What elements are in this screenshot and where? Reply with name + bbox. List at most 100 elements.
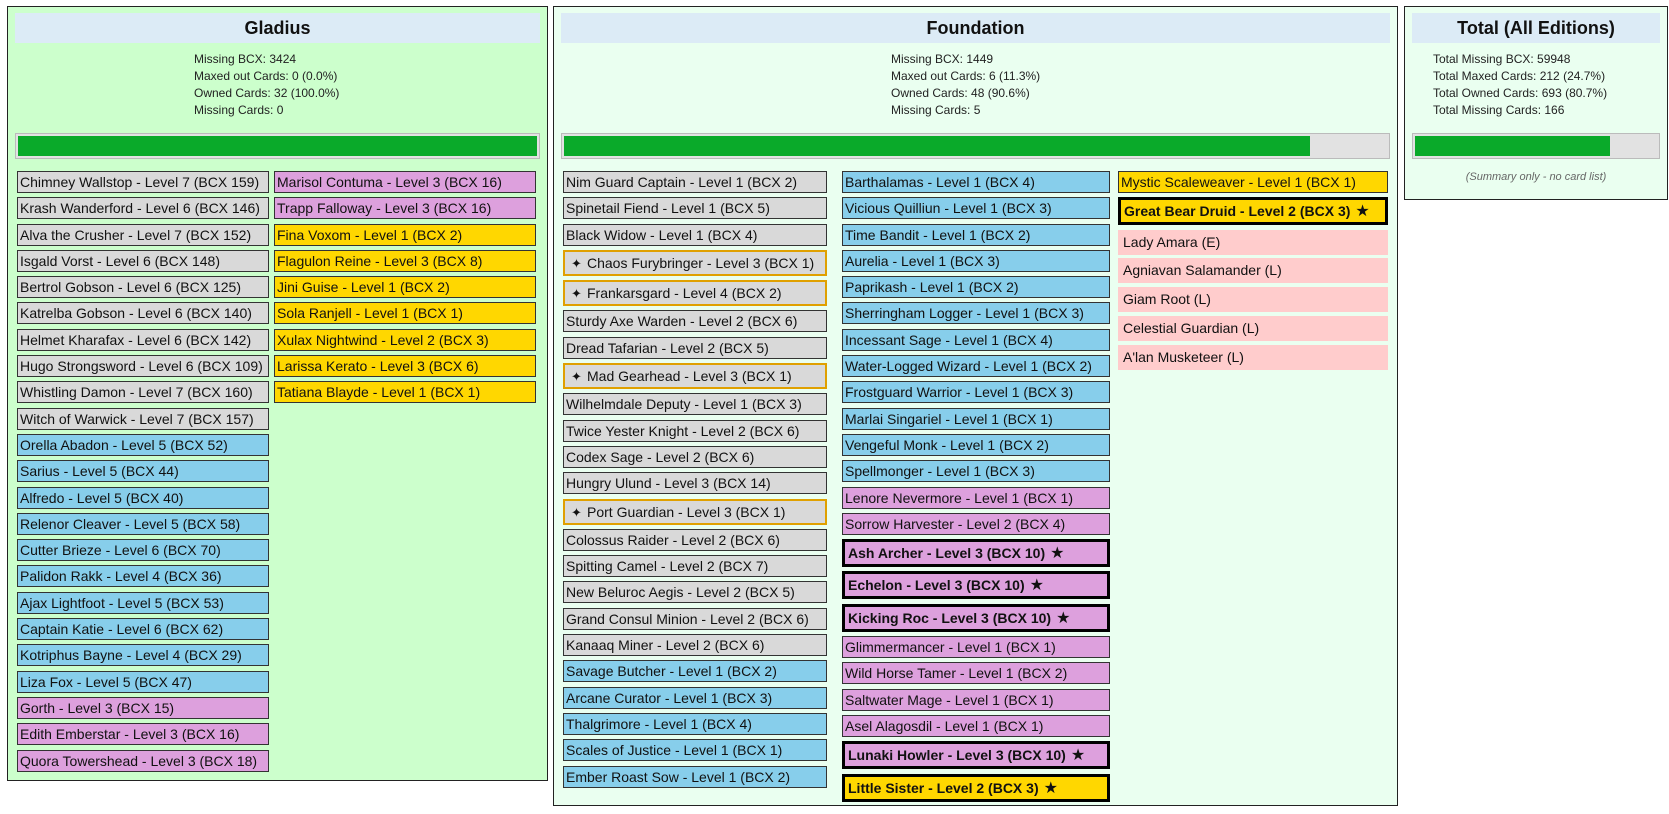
card-item[interactable]: Ember Roast Sow - Level 1 (BCX 2)	[563, 765, 827, 788]
card-item[interactable]: Captain Katie - Level 6 (BCX 62)	[17, 618, 269, 641]
card-label: Vicious Quilliun - Level 1 (BCX 3)	[845, 200, 1052, 217]
card-item[interactable]: Nim Guard Captain - Level 1 (BCX 2)	[563, 171, 827, 193]
card-item[interactable]: Ajax Lightfoot - Level 5 (BCX 53)	[17, 591, 269, 614]
card-item[interactable]: Little Sister - Level 2 (BCX 3) ★	[842, 773, 1110, 802]
card-item[interactable]: Marisol Contuma - Level 3 (BCX 16)	[274, 171, 536, 193]
card-item[interactable]: Ash Archer - Level 3 (BCX 10) ★	[842, 539, 1110, 568]
card-item[interactable]: Asel Alagosdil - Level 1 (BCX 1)	[842, 714, 1110, 737]
missing-card-item[interactable]: A'lan Musketeer (L)	[1118, 344, 1388, 370]
card-item[interactable]: Twice Yester Knight - Level 2 (BCX 6)	[563, 419, 827, 442]
card-item[interactable]: Arcane Curator - Level 1 (BCX 3)	[563, 686, 827, 709]
card-item[interactable]: Palidon Rakk - Level 4 (BCX 36)	[17, 565, 269, 588]
card-item[interactable]: Time Bandit - Level 1 (BCX 2)	[842, 223, 1110, 246]
card-item[interactable]: Mystic Scaleweaver - Level 1 (BCX 1)	[1118, 171, 1388, 193]
card-item[interactable]: Kanaaq Miner - Level 2 (BCX 6)	[563, 634, 827, 657]
card-item[interactable]: Edith Emberstar - Level 3 (BCX 16)	[17, 723, 269, 746]
card-item[interactable]: Frostguard Warrior - Level 1 (BCX 3)	[842, 381, 1110, 404]
card-item[interactable]: Vengeful Monk - Level 1 (BCX 2)	[842, 433, 1110, 456]
card-item[interactable]: Katrelba Gobson - Level 6 (BCX 140)	[17, 302, 269, 325]
card-label: Arcane Curator - Level 1 (BCX 3)	[566, 689, 773, 706]
card-item[interactable]: Fina Voxom - Level 1 (BCX 2)	[274, 223, 536, 246]
card-item[interactable]: Isgald Vorst - Level 6 (BCX 148)	[17, 249, 269, 272]
card-item[interactable]: Spinetail Fiend - Level 1 (BCX 5)	[563, 197, 827, 220]
missing-card-item[interactable]: Giam Root (L)	[1118, 287, 1388, 313]
card-item[interactable]: Wilhelmdale Deputy - Level 1 (BCX 3)	[563, 393, 827, 416]
card-item[interactable]: Saltwater Mage - Level 1 (BCX 1)	[842, 688, 1110, 711]
card-item[interactable]: ✦ Port Guardian - Level 3 (BCX 1)	[563, 498, 827, 525]
card-label: Mad Gearhead - Level 3 (BCX 1)	[587, 368, 792, 385]
card-item[interactable]: Bertrol Gobson - Level 6 (BCX 125)	[17, 276, 269, 299]
card-label: Agniavan Salamander (L)	[1123, 262, 1282, 279]
card-item[interactable]: Trapp Falloway - Level 3 (BCX 16)	[274, 197, 536, 220]
card-item[interactable]: Kotriphus Bayne - Level 4 (BCX 29)	[17, 644, 269, 667]
card-item[interactable]: Incessant Sage - Level 1 (BCX 4)	[842, 328, 1110, 351]
card-label: Colossus Raider - Level 2 (BCX 6)	[566, 531, 780, 548]
card-item[interactable]: Quora Towershead - Level 3 (BCX 18)	[17, 749, 269, 772]
card-item[interactable]: New Beluroc Aegis - Level 2 (BCX 5)	[563, 581, 827, 604]
card-item[interactable]: Helmet Kharafax - Level 6 (BCX 142)	[17, 328, 269, 351]
card-item[interactable]: Larissa Kerato - Level 3 (BCX 6)	[274, 355, 536, 378]
card-item[interactable]: Scales of Justice - Level 1 (BCX 1)	[563, 739, 827, 762]
card-item[interactable]: Black Widow - Level 1 (BCX 4)	[563, 223, 827, 246]
card-item[interactable]: Barthalamas - Level 1 (BCX 4)	[842, 171, 1110, 193]
missing-card-item[interactable]: Celestial Guardian (L)	[1118, 315, 1388, 341]
stat-missing-cards: Missing Cards: 5	[891, 103, 981, 117]
card-item[interactable]: Great Bear Druid - Level 2 (BCX 3) ★	[1118, 197, 1388, 226]
card-item[interactable]: Xulax Nightwind - Level 2 (BCX 3)	[274, 328, 536, 351]
card-item[interactable]: ✦ Mad Gearhead - Level 3 (BCX 1)	[563, 363, 827, 390]
card-item[interactable]: Colossus Raider - Level 2 (BCX 6)	[563, 528, 827, 551]
card-item[interactable]: Hungry Ulund - Level 3 (BCX 14)	[563, 472, 827, 495]
card-item[interactable]: Chimney Wallstop - Level 7 (BCX 159)	[17, 171, 269, 193]
card-item[interactable]: Codex Sage - Level 2 (BCX 6)	[563, 445, 827, 468]
card-item[interactable]: ✦ Chaos Furybringer - Level 3 (BCX 1)	[563, 249, 827, 276]
card-item[interactable]: Marlai Singariel - Level 1 (BCX 1)	[842, 407, 1110, 430]
card-item[interactable]: Cutter Brieze - Level 6 (BCX 70)	[17, 539, 269, 562]
card-item[interactable]: Orella Abadon - Level 5 (BCX 52)	[17, 433, 269, 456]
card-item[interactable]: Jini Guise - Level 1 (BCX 2)	[274, 276, 536, 299]
card-item[interactable]: Lenore Nevermore - Level 1 (BCX 1)	[842, 486, 1110, 509]
card-item[interactable]: Paprikash - Level 1 (BCX 2)	[842, 276, 1110, 299]
card-item[interactable]: Krash Wanderford - Level 6 (BCX 146)	[17, 197, 269, 220]
card-item[interactable]: Lunaki Howler - Level 3 (BCX 10) ★	[842, 741, 1110, 770]
card-item[interactable]: Sturdy Axe Warden - Level 2 (BCX 6)	[563, 310, 827, 333]
card-item[interactable]: Kicking Roc - Level 3 (BCX 10) ★	[842, 603, 1110, 632]
card-item[interactable]: Sola Ranjell - Level 1 (BCX 1)	[274, 302, 536, 325]
card-item[interactable]: Alfredo - Level 5 (BCX 40)	[17, 486, 269, 509]
card-item[interactable]: Hugo Strongsword - Level 6 (BCX 109)	[17, 355, 269, 378]
star-icon: ★	[1355, 203, 1370, 221]
card-item[interactable]: Grand Consul Minion - Level 2 (BCX 6)	[563, 607, 827, 630]
card-item[interactable]: Aurelia - Level 1 (BCX 3)	[842, 249, 1110, 272]
card-item[interactable]: ✦ Frankarsgard - Level 4 (BCX 2)	[563, 280, 827, 307]
card-item[interactable]: Alva the Crusher - Level 7 (BCX 152)	[17, 223, 269, 246]
card-item[interactable]: Sherringham Logger - Level 1 (BCX 3)	[842, 302, 1110, 325]
card-item[interactable]: Sorrow Harvester - Level 2 (BCX 4)	[842, 512, 1110, 535]
card-label: Palidon Rakk - Level 4 (BCX 36)	[20, 568, 222, 585]
card-label: Kotriphus Bayne - Level 4 (BCX 29)	[20, 647, 242, 664]
missing-card-item[interactable]: Agniavan Salamander (L)	[1118, 258, 1388, 284]
card-item[interactable]: Glimmermancer - Level 1 (BCX 1)	[842, 636, 1110, 659]
card-item[interactable]: Thalgrimore - Level 1 (BCX 4)	[563, 712, 827, 735]
card-item[interactable]: Relenor Cleaver - Level 5 (BCX 58)	[17, 512, 269, 535]
card-item[interactable]: Vicious Quilliun - Level 1 (BCX 3)	[842, 197, 1110, 220]
missing-card-item[interactable]: Lady Amara (E)	[1118, 229, 1388, 255]
card-label: Ajax Lightfoot - Level 5 (BCX 53)	[20, 594, 224, 611]
card-item[interactable]: Whistling Damon - Level 7 (BCX 160)	[17, 381, 269, 404]
card-item[interactable]: Dread Tafarian - Level 2 (BCX 5)	[563, 336, 827, 359]
card-item[interactable]: Savage Butcher - Level 1 (BCX 2)	[563, 660, 827, 683]
card-item[interactable]: Spellmonger - Level 1 (BCX 3)	[842, 460, 1110, 483]
card-item[interactable]: Spitting Camel - Level 2 (BCX 7)	[563, 555, 827, 578]
card-item[interactable]: Witch of Warwick - Level 7 (BCX 157)	[17, 407, 269, 430]
card-label: Wild Horse Tamer - Level 1 (BCX 2)	[845, 665, 1068, 682]
star-icon: ★	[1056, 609, 1071, 627]
card-item[interactable]: Liza Fox - Level 5 (BCX 47)	[17, 670, 269, 693]
card-item[interactable]: Echelon - Level 3 (BCX 10) ★	[842, 571, 1110, 600]
card-item[interactable]: Flagulon Reine - Level 3 (BCX 8)	[274, 249, 536, 272]
card-item[interactable]: Wild Horse Tamer - Level 1 (BCX 2)	[842, 662, 1110, 685]
card-item[interactable]: Water-Logged Wizard - Level 1 (BCX 2)	[842, 355, 1110, 378]
card-label: Larissa Kerato - Level 3 (BCX 6)	[277, 358, 479, 375]
stat-total-missing-cards: Total Missing Cards: 166	[1433, 103, 1565, 117]
card-label: Whistling Damon - Level 7 (BCX 160)	[20, 384, 253, 401]
card-item[interactable]: Tatiana Blayde - Level 1 (BCX 1)	[274, 381, 536, 404]
card-item[interactable]: Sarius - Level 5 (BCX 44)	[17, 460, 269, 483]
card-item[interactable]: Gorth - Level 3 (BCX 15)	[17, 696, 269, 719]
